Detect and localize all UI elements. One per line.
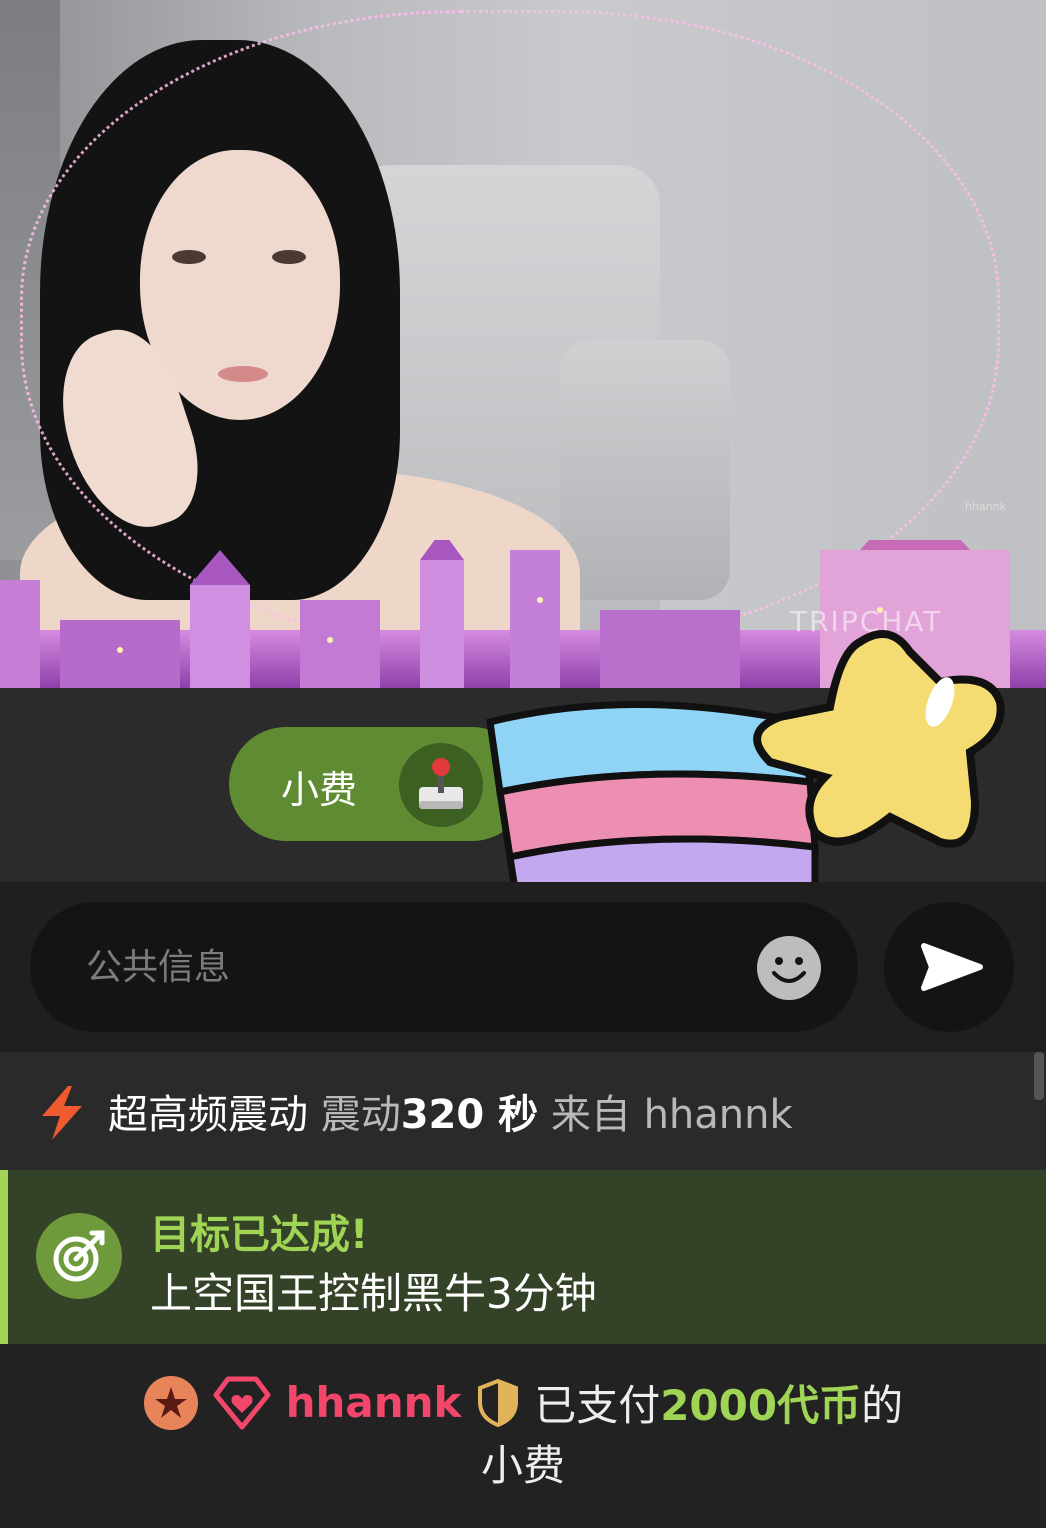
chat-input-container[interactable] — [30, 902, 858, 1032]
send-icon — [921, 943, 983, 991]
smiley-icon[interactable] — [756, 935, 822, 1001]
video-corner-tag: hhannk — [965, 500, 1006, 513]
send-button[interactable] — [884, 902, 1014, 1032]
chat-message-input[interactable] — [86, 936, 726, 998]
tip-paid-label: 已支付 — [534, 1381, 661, 1430]
goal-title: 目标已达成! — [150, 1212, 369, 1258]
vibration-from-label: 来自 — [550, 1092, 631, 1138]
diamond-heart-icon — [213, 1376, 271, 1429]
target-icon — [53, 1230, 105, 1282]
star-badge-icon — [143, 1375, 198, 1430]
vibration-message-text: 超高频震动 震动320 秒 来自 hhannk — [108, 1082, 793, 1140]
vibration-title: 超高频震动 — [108, 1092, 308, 1138]
video-stream[interactable]: hhannk TRIPCHAT — [0, 0, 1046, 688]
lightning-bolt-icon — [42, 1086, 82, 1140]
tip-user[interactable]: hhannk — [286, 1378, 462, 1427]
goal-text: 上空国王控制黑牛3分钟 — [150, 1269, 597, 1318]
tip-amount: 2000代币 — [660, 1381, 862, 1430]
vibration-user[interactable]: hhannk — [644, 1092, 793, 1138]
tip-message-line2: 小费 — [480, 1441, 565, 1490]
vibration-prefix: 震动 — [320, 1092, 401, 1138]
vibration-duration: 320 秒 — [400, 1092, 539, 1138]
chat-scrollbar[interactable] — [1034, 1052, 1044, 1100]
shield-icon — [477, 1378, 518, 1427]
tip-suffix: 的 — [861, 1381, 904, 1430]
tip-message-line: hhannk 已支付2000代币的 — [0, 1372, 1046, 1433]
target-icon-badge — [36, 1213, 122, 1299]
tip-button-label: 小费 — [281, 768, 358, 812]
